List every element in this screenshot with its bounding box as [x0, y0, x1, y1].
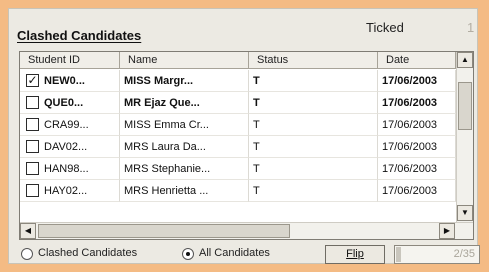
student-id-cell: CRA99...	[20, 114, 120, 136]
student-id-cell-text: HAN98...	[44, 163, 89, 175]
status-cell-text: T	[253, 119, 260, 131]
status-cell: T	[249, 92, 378, 114]
progress-fill	[396, 247, 401, 262]
student-id-cell: HAY02...	[20, 180, 120, 202]
table-row[interactable]: HAN98... MRS Stephanie... T 17/06/2003	[20, 158, 456, 180]
vertical-scrollbar[interactable]: ▲ ▼	[456, 52, 473, 222]
scroll-right-button[interactable]: ▶	[439, 223, 455, 239]
name-cell: MRS Stephanie...	[120, 158, 249, 180]
radio-dot	[186, 252, 190, 256]
table-row[interactable]: CRA99... MISS Emma Cr... T 17/06/2003	[20, 114, 456, 136]
grid-header: Student ID Name Status Date	[20, 52, 456, 70]
horizontal-scrollbar[interactable]: ◀ ▶	[20, 222, 473, 239]
table-row[interactable]: HAY02... MRS Henrietta ... T 17/06/2003	[20, 180, 456, 202]
row-checkbox[interactable]	[26, 140, 39, 153]
row-checkbox[interactable]	[26, 184, 39, 197]
name-cell-text: MRS Henrietta ...	[124, 185, 209, 197]
flip-button[interactable]: Flip	[325, 245, 385, 264]
column-header-status[interactable]: Status	[249, 52, 378, 69]
footer-bar: Clashed Candidates All Candidates Flip 2…	[9, 245, 480, 265]
student-id-cell-text: NEW0...	[44, 75, 85, 87]
radio-clashed-candidates[interactable]	[21, 248, 33, 260]
table-row[interactable]: ✓ NEW0... MISS Margr... T 17/06/2003	[20, 70, 456, 92]
radio-all-candidates[interactable]	[182, 248, 194, 260]
row-checkbox[interactable]	[26, 118, 39, 131]
student-id-cell: QUE0...	[20, 92, 120, 114]
status-cell: T	[249, 136, 378, 158]
clashed-candidates-panel: Clashed Candidates Ticked 1 Student ID N…	[8, 8, 480, 265]
row-checkbox[interactable]	[26, 96, 39, 109]
name-cell-text: MRS Stephanie...	[124, 163, 211, 175]
column-header-date[interactable]: Date	[378, 52, 456, 69]
status-cell-text: T	[253, 141, 260, 153]
status-cell: T	[249, 158, 378, 180]
date-cell-text: 17/06/2003	[382, 141, 438, 153]
student-id-cell-text: QUE0...	[44, 97, 84, 109]
status-cell: T	[249, 180, 378, 202]
horizontal-scroll-thumb[interactable]	[38, 224, 290, 238]
name-cell: MR Ejaz Que...	[120, 92, 249, 114]
ticked-label: Ticked	[366, 20, 404, 35]
row-checkbox[interactable]	[26, 162, 39, 175]
student-id-cell: HAN98...	[20, 158, 120, 180]
scroll-left-button[interactable]: ◀	[20, 223, 36, 239]
panel-title: Clashed Candidates	[17, 28, 142, 43]
table-row[interactable]: QUE0... MR Ejaz Que... T 17/06/2003	[20, 92, 456, 114]
scroll-up-button[interactable]: ▲	[457, 52, 473, 68]
row-checkbox[interactable]: ✓	[26, 74, 39, 87]
date-cell-text: 17/06/2003	[382, 75, 438, 87]
status-cell-text: T	[253, 75, 260, 87]
name-cell-text: MISS Emma Cr...	[124, 119, 209, 131]
student-id-cell: DAV02...	[20, 136, 120, 158]
date-cell: 17/06/2003	[378, 70, 456, 92]
name-cell-text: MR Ejaz Que...	[124, 97, 200, 109]
student-id-cell-text: CRA99...	[44, 119, 89, 131]
column-header-name[interactable]: Name	[120, 52, 249, 69]
date-cell: 17/06/2003	[378, 158, 456, 180]
status-cell-text: T	[253, 97, 260, 109]
name-cell-text: MRS Laura Da...	[124, 141, 206, 153]
student-id-cell-text: DAV02...	[44, 141, 88, 153]
column-header-student-id[interactable]: Student ID	[20, 52, 120, 69]
date-cell-text: 17/06/2003	[382, 97, 438, 109]
candidates-grid: Student ID Name Status Date ✓ NEW0... MISS…	[19, 51, 474, 240]
date-cell: 17/06/2003	[378, 180, 456, 202]
student-id-cell: ✓ NEW0...	[20, 70, 120, 92]
student-id-cell-text: HAY02...	[44, 185, 88, 197]
scroll-down-button[interactable]: ▼	[457, 205, 473, 221]
date-cell: 17/06/2003	[378, 136, 456, 158]
name-cell-text: MISS Margr...	[124, 75, 194, 87]
status-cell: T	[249, 114, 378, 136]
status-cell: T	[249, 70, 378, 92]
date-cell-text: 17/06/2003	[382, 185, 438, 197]
progress-indicator: 2/35	[394, 245, 480, 264]
status-cell-text: T	[253, 163, 260, 175]
radio-clashed-label[interactable]: Clashed Candidates	[38, 247, 137, 259]
date-cell: 17/06/2003	[378, 92, 456, 114]
status-cell-text: T	[253, 185, 260, 197]
date-cell: 17/06/2003	[378, 114, 456, 136]
table-row[interactable]: DAV02... MRS Laura Da... T 17/06/2003	[20, 136, 456, 158]
date-cell-text: 17/06/2003	[382, 163, 438, 175]
progress-text: 2/35	[453, 248, 475, 260]
name-cell: MRS Laura Da...	[120, 136, 249, 158]
ticked-count: 1	[467, 20, 475, 35]
name-cell: MISS Margr...	[120, 70, 249, 92]
radio-all-label[interactable]: All Candidates	[199, 247, 270, 259]
name-cell: MRS Henrietta ...	[120, 180, 249, 202]
name-cell: MISS Emma Cr...	[120, 114, 249, 136]
vertical-scroll-thumb[interactable]	[458, 82, 472, 130]
date-cell-text: 17/06/2003	[382, 119, 438, 131]
